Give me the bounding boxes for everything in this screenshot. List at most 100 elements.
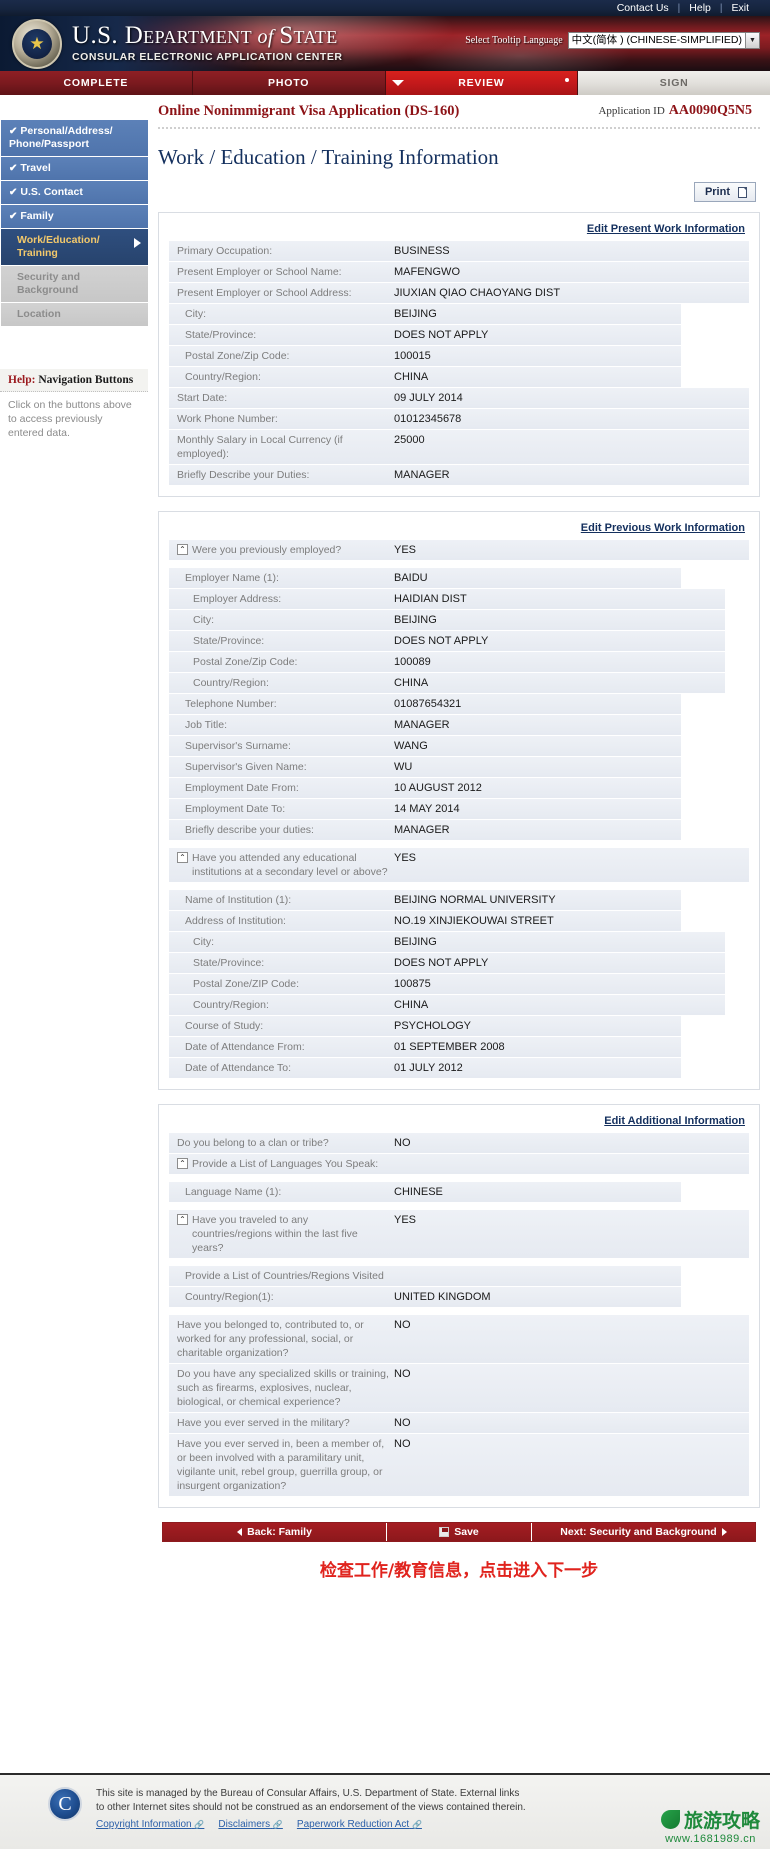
field-value: YES (394, 1214, 417, 1226)
step-review[interactable]: REVIEW (385, 71, 579, 95)
sidebar-item-travel[interactable]: ✔ Travel (1, 157, 148, 181)
back-button-label: Back: Family (247, 1526, 312, 1538)
caret-right-icon (721, 1528, 727, 1536)
field-row: Briefly Describe your Duties: MANAGER (169, 465, 749, 485)
field-label-cell: Country/Region: (169, 673, 394, 693)
field-label: Present Employer or School Address: (177, 287, 352, 299)
field-row: Have you ever served in, been a member o… (169, 1434, 749, 1496)
print-button[interactable]: Print (693, 182, 756, 202)
field-row: Start Date: 09 JULY 2014 (169, 388, 749, 408)
field-row: Have you belonged to, contributed to, or… (169, 1315, 749, 1363)
watermark-line2: www.1681989.cn (665, 1833, 756, 1845)
field-row: Present Employer or School Address: JIUXI… (169, 283, 749, 303)
field-value: DOES NOT APPLY (394, 329, 489, 341)
field-label-cell: State/Province: (169, 325, 394, 345)
banner-subtitle: CONSULAR ELECTRONIC APPLICATION CENTER (72, 51, 343, 63)
field-row: ⌃ Were you previously employed? YES (169, 540, 749, 560)
collapse-icon[interactable]: ⌃ (177, 544, 188, 555)
field-label: Work Phone Number: (177, 413, 278, 425)
row-spacer (169, 1259, 749, 1266)
field-row: Country/Region: CHINA (169, 367, 681, 387)
sidebar-item-personal[interactable]: ✔ Personal/Address/ Phone/Passport (1, 120, 148, 157)
field-label: Primary Occupation: (177, 245, 273, 257)
main-content: Online Nonimmigrant Visa Application (DS… (148, 95, 770, 1581)
field-row: Date of Attendance To: 01 JULY 2012 (169, 1058, 681, 1078)
tooltip-language-label: Select Tooltip Language (465, 35, 563, 46)
application-id-label: Application ID (598, 105, 665, 117)
leaf-icon (660, 1810, 680, 1829)
field-label-cell: Employer Address: (169, 589, 394, 609)
field-label: Start Date: (177, 392, 228, 404)
review-panels: Edit Present Work Information Primary Occ… (158, 212, 760, 1508)
field-label-cell: ⌃ Have you traveled to any countries/regi… (169, 1210, 394, 1258)
field-value: NO (394, 1438, 411, 1450)
field-label: Provide a List of Countries/Regions Visi… (185, 1270, 384, 1282)
back-button[interactable]: Back: Family (163, 1523, 388, 1541)
collapse-icon[interactable]: ⌃ (177, 1214, 188, 1225)
collapse-icon[interactable]: ⌃ (177, 1158, 188, 1169)
external-link-icon: 🔗 (272, 1820, 283, 1829)
sidebar-item-family[interactable]: ✔ Family (1, 205, 148, 229)
external-link-icon: 🔗 (411, 1820, 422, 1829)
sidebar-item-work-education[interactable]: Work/Education/ Training (1, 229, 148, 266)
save-button[interactable]: Save (387, 1523, 532, 1541)
field-label-cell: Primary Occupation: (169, 241, 394, 261)
field-value: 01012345678 (394, 413, 462, 425)
field-label: Do you have any specialized skills or tr… (177, 1368, 389, 1408)
sidebar-item-security-label: Security and Background (17, 271, 81, 296)
step-photo[interactable]: PHOTO (192, 71, 386, 95)
field-value: BAIDU (394, 572, 428, 584)
sidebar-item-us-contact[interactable]: ✔ U.S. Contact (1, 181, 148, 205)
field-label: Provide a List of Languages You Speak: (192, 1158, 379, 1170)
sidebar-item-location[interactable]: Location (1, 303, 148, 327)
edit-link[interactable]: Edit Present Work Information (587, 223, 745, 235)
contact-us-link[interactable]: Contact Us (608, 0, 678, 16)
disclaimers-link[interactable]: Disclaimers 🔗 (218, 1819, 282, 1830)
field-row: City: BEIJING (169, 610, 725, 630)
edit-link-row: Edit Present Work Information (169, 223, 745, 235)
department-title: U.S. DEPARTMENT of STATE CONSULAR ELECTR… (72, 22, 343, 64)
exit-link[interactable]: Exit (722, 0, 758, 16)
external-link-icon: 🔗 (194, 1820, 205, 1829)
tooltip-language-control: Select Tooltip Language 中文(简体 ) (CHINESE… (465, 32, 760, 49)
field-row: Provide a List of Countries/Regions Visi… (169, 1266, 681, 1286)
step-sign[interactable]: SIGN (578, 71, 770, 95)
field-label-cell: Supervisor's Given Name: (169, 757, 394, 777)
dept-title-part2: EPARTMENT (143, 27, 253, 47)
field-value: BEIJING (394, 308, 437, 320)
collapse-icon[interactable]: ⌃ (177, 852, 188, 863)
field-label: State/Province: (185, 329, 257, 341)
field-row: Employment Date From: 10 AUGUST 2012 (169, 778, 681, 798)
field-row: Country/Region(1): UNITED KINGDOM (169, 1287, 681, 1307)
edit-link[interactable]: Edit Previous Work Information (581, 522, 745, 534)
chevron-down-icon[interactable]: ▼ (745, 33, 759, 48)
field-value: 25000 (394, 434, 425, 446)
paperwork-reduction-act-link[interactable]: Paperwork Reduction Act 🔗 (297, 1819, 422, 1830)
field-label-cell: Employer Name (1): (169, 568, 394, 588)
footer-text: This site is managed by the Bureau of Co… (96, 1788, 526, 1813)
field-label-cell: Date of Attendance From: (169, 1037, 394, 1057)
copyright-information-link[interactable]: Copyright Information 🔗 (96, 1819, 204, 1830)
save-icon (439, 1527, 450, 1537)
step-complete[interactable]: COMPLETE (0, 71, 193, 95)
review-panel: Edit Previous Work Information ⌃ Were you … (158, 511, 760, 1090)
field-label-cell: ⌃ Provide a List of Languages You Speak: (169, 1154, 394, 1174)
dept-title-part3: S (279, 22, 294, 49)
sidebar-item-security[interactable]: Security and Background (1, 266, 148, 303)
field-value (394, 1266, 681, 1272)
field-label: Present Employer or School Name: (177, 266, 342, 278)
field-row: Address of Institution: NO.19 XINJIEKOUWA… (169, 911, 681, 931)
edit-link[interactable]: Edit Additional Information (604, 1115, 745, 1127)
field-label: Employer Name (1): (185, 572, 279, 584)
sidebar-item-travel-label: Travel (20, 162, 51, 174)
copyright-information-label: Copyright Information (96, 1819, 192, 1830)
watermark-brand: 旅游攻略 (683, 1810, 760, 1832)
field-row: Supervisor's Given Name: WU (169, 757, 681, 777)
dept-title-of: of (252, 26, 280, 48)
sidebar-item-work-education-label: Work/Education/ Training (17, 234, 100, 259)
field-label-cell: Telephone Number: (169, 694, 394, 714)
field-value: CHINA (394, 999, 429, 1011)
help-link[interactable]: Help (680, 0, 720, 16)
next-button[interactable]: Next: Security and Background (531, 1523, 755, 1541)
tooltip-language-select[interactable]: 中文(简体 ) (CHINESE-SIMPLIFIED) ▼ (567, 32, 760, 49)
